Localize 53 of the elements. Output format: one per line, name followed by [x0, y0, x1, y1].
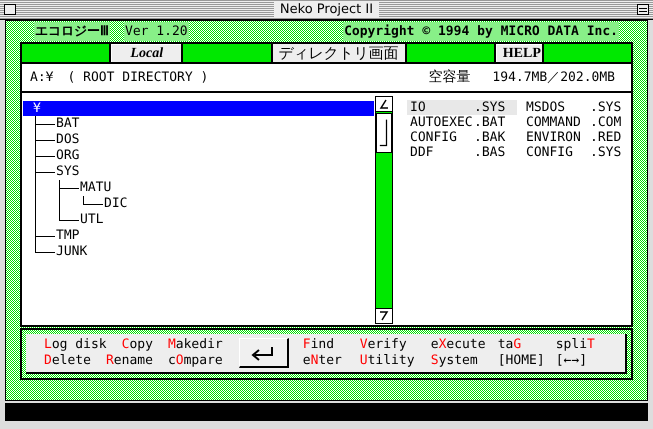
root-folder-name[interactable]: ¥: [23, 98, 41, 118]
command-item[interactable]: eNter: [302, 353, 360, 369]
folder-name[interactable]: UTL: [79, 212, 104, 228]
folder-name[interactable]: DOS: [55, 132, 80, 148]
enter-key-button[interactable]: [238, 338, 289, 368]
folder-name[interactable]: BAT: [55, 116, 80, 132]
scrollbar-thumb[interactable]: [376, 113, 392, 153]
free-space-value: 194.7MB／202.0MB: [492, 68, 615, 87]
file-entry[interactable]: CONFIG .SYS: [523, 145, 633, 160]
command-item[interactable]: Makedir: [168, 337, 223, 353]
directory-label: ( ROOT DIRECTORY ): [67, 68, 208, 87]
copyright-text: Copyright © 1994 by MICRO DATA Inc.: [343, 22, 619, 42]
scroll-down-button[interactable]: [376, 308, 392, 323]
command-item[interactable]: Rename: [106, 353, 153, 369]
command-item[interactable]: Log disk: [44, 337, 107, 353]
file-entry[interactable]: AUTOEXEC.BAT: [407, 115, 517, 130]
drive-path: A:¥: [30, 68, 54, 87]
command-item[interactable]: Copy: [122, 337, 153, 353]
zoom-box[interactable]: [637, 4, 649, 15]
scrollbar[interactable]: [375, 96, 393, 324]
screen-caption: ディレクトリ画面: [272, 44, 404, 62]
command-item[interactable]: Verify: [360, 337, 431, 353]
command-item[interactable]: System: [430, 353, 498, 369]
version-text: Ver 1.20: [124, 22, 189, 42]
folder-name[interactable]: TMP: [55, 228, 80, 244]
file-entry[interactable]: COMMAND .COM: [523, 115, 633, 130]
folder-name[interactable]: SYS: [55, 164, 80, 180]
command-item[interactable]: Delete: [44, 353, 91, 369]
command-item[interactable]: spliT: [556, 337, 595, 353]
command-item[interactable]: Utility: [360, 353, 431, 369]
close-box[interactable]: [4, 4, 16, 15]
toolbar-button[interactable]: Local: [111, 44, 182, 62]
tree-root-row[interactable]: ¥: [23, 101, 374, 116]
free-space-label: 空容量: [428, 68, 470, 87]
command-item[interactable]: [←→]: [556, 353, 595, 369]
command-item[interactable]: cOmpare: [168, 353, 223, 369]
command-item[interactable]: eXecute: [430, 337, 498, 353]
folder-name[interactable]: JUNK: [55, 244, 88, 260]
file-entry[interactable]: MSDOS .SYS: [523, 100, 633, 115]
toolbar-button[interactable]: HELP: [496, 44, 542, 62]
folder-name[interactable]: MATU: [79, 180, 112, 196]
file-entry[interactable]: IO .SYS: [407, 100, 517, 115]
scroll-up-button[interactable]: [376, 97, 392, 112]
folder-name[interactable]: DIC: [103, 196, 128, 212]
command-item[interactable]: taG: [498, 337, 556, 353]
file-entry[interactable]: ENVIRON .RED: [523, 130, 633, 145]
file-entry[interactable]: CONFIG .BAK: [407, 130, 517, 145]
app-name: エコロジーⅢ: [34, 22, 110, 42]
command-item[interactable]: Find: [302, 337, 360, 353]
window-title: Neko Project II: [274, 2, 380, 18]
command-item[interactable]: [HOME]: [498, 353, 556, 369]
folder-name[interactable]: ORG: [55, 148, 80, 164]
file-entry[interactable]: DDF .BAS: [407, 145, 517, 160]
